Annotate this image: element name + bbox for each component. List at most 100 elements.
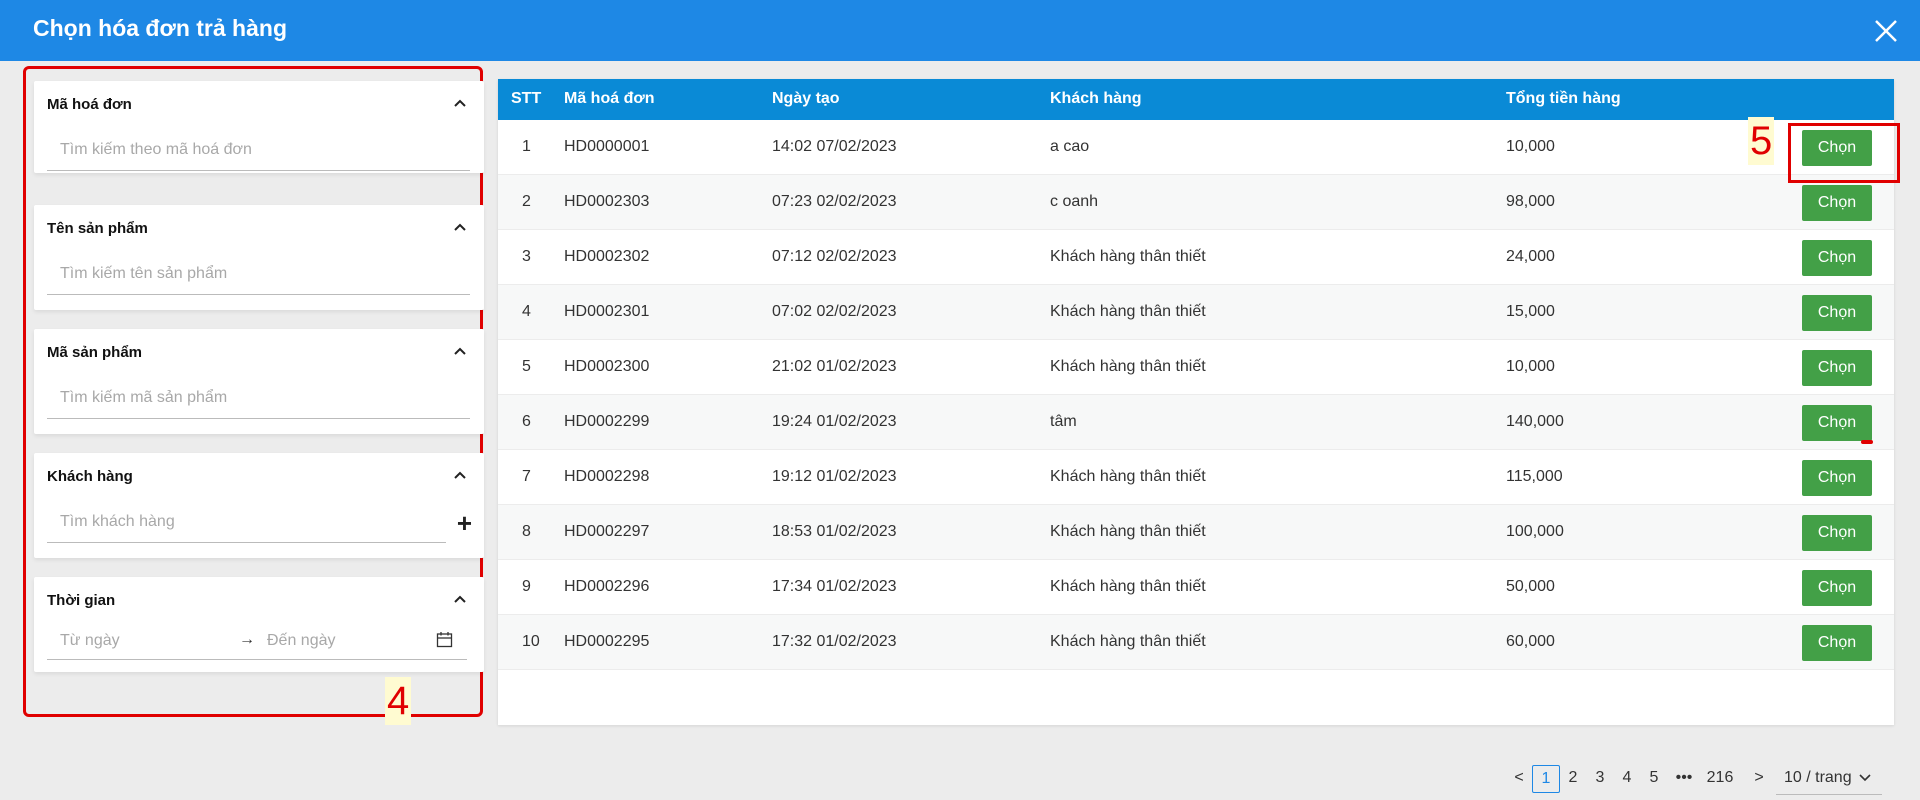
- invoice-code: HD0002303: [564, 193, 650, 210]
- prev-page-button[interactable]: <: [1505, 765, 1533, 793]
- total-amount: 10,000: [1506, 138, 1555, 155]
- highlight-box: [1788, 123, 1900, 183]
- page-button[interactable]: 2: [1559, 765, 1587, 793]
- customer-name: Khách hàng thân thiết: [1050, 633, 1206, 650]
- created-date: 17:34 01/02/2023: [772, 578, 897, 595]
- invoice-code-input[interactable]: [47, 129, 470, 171]
- close-icon[interactable]: [1872, 17, 1900, 45]
- select-invoice-button[interactable]: Chọn: [1802, 240, 1872, 276]
- select-invoice-button[interactable]: Chọn: [1802, 625, 1872, 661]
- created-date: 17:32 01/02/2023: [772, 633, 897, 650]
- chevron-up-icon[interactable]: [452, 343, 468, 359]
- total-amount: 115,000: [1506, 468, 1563, 485]
- calendar-icon[interactable]: [436, 631, 453, 648]
- select-invoice-button[interactable]: Chọn: [1802, 460, 1872, 496]
- table-row: 5 HD0002300 21:02 01/02/2023 Khách hàng thâ…: [498, 340, 1894, 395]
- title-bar: Chọn hóa đơn trả hàng: [0, 0, 1920, 61]
- customer-search-input[interactable]: [47, 501, 446, 543]
- table-row: 9 HD0002296 17:34 01/02/2023 Khách hàng thâ…: [498, 560, 1894, 615]
- customer-name: Khách hàng thân thiết: [1050, 358, 1206, 375]
- chevron-up-icon[interactable]: [452, 219, 468, 235]
- page-button[interactable]: 5: [1640, 765, 1668, 793]
- total-amount: 100,000: [1506, 523, 1564, 540]
- page-button[interactable]: 4: [1613, 765, 1641, 793]
- date-range-picker[interactable]: Từ ngày → Đến ngày: [47, 622, 467, 660]
- chevron-up-icon[interactable]: [452, 591, 468, 607]
- page-button[interactable]: 1: [1532, 765, 1560, 793]
- table-row: 3 HD0002302 07:12 02/02/2023 Khách hàng thâ…: [498, 230, 1894, 285]
- filter-label: Thời gian: [47, 592, 116, 609]
- select-invoice-button[interactable]: Chọn: [1802, 405, 1872, 441]
- table-row: 7 HD0002298 19:12 01/02/2023 Khách hàng thâ…: [498, 450, 1894, 505]
- to-date-field[interactable]: Đến ngày: [267, 632, 336, 650]
- invoice-code: HD0002296: [564, 578, 650, 595]
- more-pages-icon[interactable]: •••: [1670, 765, 1698, 793]
- add-customer-icon[interactable]: +: [457, 510, 472, 536]
- row-index: 4: [522, 303, 531, 320]
- invoice-code: HD0002300: [564, 358, 650, 375]
- row-index: 1: [522, 138, 531, 155]
- customer-name: tâm: [1050, 413, 1077, 430]
- row-index: 5: [522, 358, 531, 375]
- filter-customer: Khách hàng +: [34, 453, 484, 558]
- column-header: Ngày tạo: [772, 90, 840, 107]
- total-amount: 24,000: [1506, 248, 1555, 265]
- customer-name: Khách hàng thân thiết: [1050, 303, 1206, 320]
- customer-name: a cao: [1050, 138, 1090, 155]
- column-header: Khách hàng: [1050, 90, 1142, 107]
- select-invoice-button[interactable]: Chọn: [1802, 185, 1872, 221]
- table-header: STT Mã hoá đơn Ngày tạo Khách hàng Tổng …: [498, 79, 1894, 120]
- filter-panel: Mã hoá đơn Tên sản phẩm Mã sản phẩm Khác…: [23, 66, 484, 717]
- total-amount: 10,000: [1506, 358, 1555, 375]
- product-name-input[interactable]: [47, 253, 470, 295]
- total-amount: 98,000: [1506, 193, 1555, 210]
- page-size-select[interactable]: 10 / trang: [1776, 761, 1882, 795]
- select-invoice-button[interactable]: Chọn: [1802, 515, 1872, 551]
- table-row: 2 HD0002303 07:23 02/02/2023 c oanh 98,000 Ch…: [498, 175, 1894, 230]
- select-invoice-button[interactable]: Chọn: [1802, 350, 1872, 386]
- created-date: 07:23 02/02/2023: [772, 193, 897, 210]
- from-date-field[interactable]: Từ ngày: [60, 632, 120, 650]
- page-button[interactable]: 216: [1700, 765, 1740, 793]
- invoice-code: HD0000001: [564, 138, 650, 155]
- invoice-table: STT Mã hoá đơn Ngày tạo Khách hàng Tổng …: [498, 79, 1894, 795]
- filter-label: Tên sản phẩm: [47, 220, 148, 237]
- customer-name: Khách hàng thân thiết: [1050, 523, 1206, 540]
- product-code-input[interactable]: [47, 377, 470, 419]
- column-header: Mã hoá đơn: [564, 90, 655, 107]
- row-index: 3: [522, 248, 531, 265]
- created-date: 07:12 02/02/2023: [772, 248, 897, 265]
- invoice-code: HD0002298: [564, 468, 650, 485]
- chevron-up-icon[interactable]: [452, 95, 468, 111]
- select-invoice-button[interactable]: Chọn: [1802, 570, 1872, 606]
- chevron-up-icon[interactable]: [452, 467, 468, 483]
- table-row: 10 HD0002295 17:32 01/02/2023 Khách hàng th…: [498, 615, 1894, 670]
- created-date: 19:12 01/02/2023: [772, 468, 897, 485]
- table-row: 1 HD0000001 14:02 07/02/2023 a cao 10,000 Chọ…: [498, 120, 1894, 175]
- created-date: 14:02 07/02/2023: [772, 138, 897, 155]
- customer-name: c oanh: [1050, 193, 1099, 210]
- row-index: 10: [522, 633, 540, 650]
- filter-product-code: Mã sản phẩm: [34, 329, 484, 434]
- annotation-label: 5: [1748, 117, 1775, 165]
- select-invoice-button[interactable]: Chọn: [1802, 295, 1872, 331]
- table-row: 4 HD0002301 07:02 02/02/2023 Khách hàng thâ…: [498, 285, 1894, 340]
- customer-name: Khách hàng thân thiết: [1050, 578, 1206, 595]
- created-date: 19:24 01/02/2023: [772, 413, 897, 430]
- next-page-button[interactable]: >: [1745, 765, 1773, 793]
- page-button[interactable]: 3: [1586, 765, 1614, 793]
- column-header: Tổng tiền hàng: [1506, 90, 1621, 107]
- page-size-value: 10 / trang: [1784, 769, 1852, 786]
- table-row: 6 HD0002299 19:24 01/02/2023 tâm 140,000 Chọn: [498, 395, 1894, 450]
- created-date: 07:02 02/02/2023: [772, 303, 897, 320]
- filter-product-name: Tên sản phẩm: [34, 205, 484, 310]
- invoice-code: HD0002295: [564, 633, 650, 650]
- total-amount: 60,000: [1506, 633, 1555, 650]
- invoice-code: HD0002302: [564, 248, 650, 265]
- invoice-code: HD0002297: [564, 523, 650, 540]
- filter-label: Mã hoá đơn: [47, 96, 132, 113]
- chevron-down-icon: [1859, 774, 1871, 782]
- table-row: 8 HD0002297 18:53 01/02/2023 Khách hàng thâ…: [498, 505, 1894, 560]
- row-index: 8: [522, 523, 531, 540]
- created-date: 21:02 01/02/2023: [772, 358, 897, 375]
